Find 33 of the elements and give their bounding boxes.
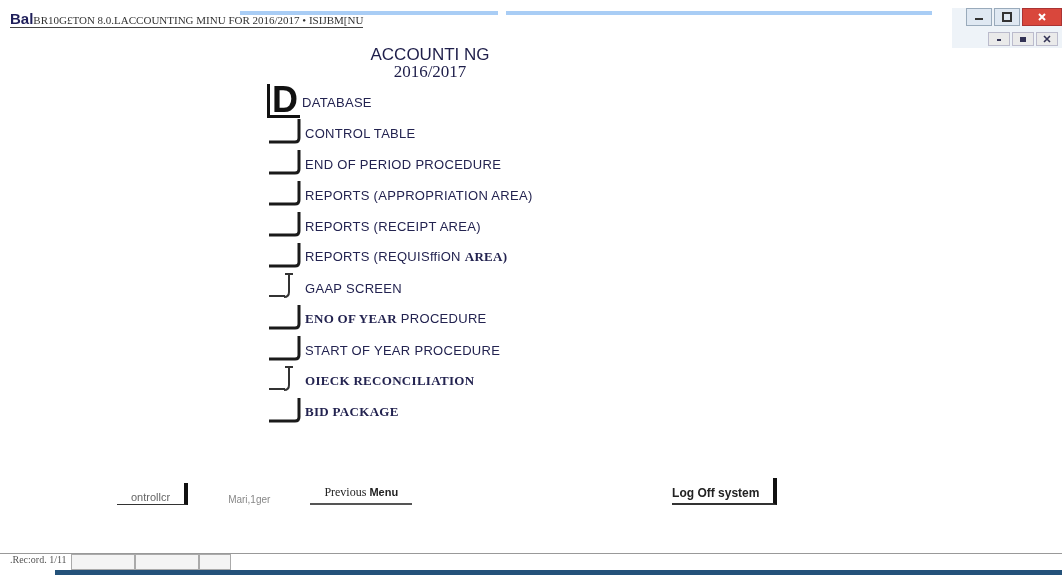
close-icon <box>1037 12 1047 22</box>
nav-field[interactable] <box>70 554 135 570</box>
record-counter: .Rec:ord. 1/11 <box>9 554 68 565</box>
minimize-button[interactable] <box>966 8 992 26</box>
nav-field[interactable] <box>134 554 199 570</box>
menu-label: ENO OF YEAR PROCEDURE <box>305 311 487 328</box>
menu-label: REPORTS (RECEIPT AREA) <box>305 219 481 236</box>
minimize-icon <box>995 36 1003 42</box>
restore-button[interactable] <box>1012 32 1034 46</box>
menu-label: OIECK RECONCILIATION <box>305 373 475 390</box>
close-icon <box>1043 35 1051 43</box>
restore-icon <box>1019 35 1027 43</box>
menu-label: DATABASE <box>302 95 372 112</box>
footer-link[interactable]: Previous Menu <box>310 485 413 505</box>
menu-label: REPORTS (REQUISffiON AREA) <box>305 249 508 266</box>
close-button[interactable] <box>1022 8 1062 26</box>
menu-label: GAAP SCREEN <box>305 281 402 298</box>
close-button[interactable] <box>1036 32 1058 46</box>
maximize-button[interactable] <box>994 8 1020 26</box>
maximize-icon <box>1002 12 1012 22</box>
heading: ACCOUNTI NG <box>369 46 491 63</box>
heading-year: 2016/2017 <box>392 63 468 80</box>
nav-field[interactable] <box>198 554 231 570</box>
menu-label: START OF YEAR PROCEDURE <box>305 343 501 360</box>
menu-label: END OF PERIOD PROCEDURE <box>305 157 502 174</box>
menu-label: BID PACKAGE <box>305 404 399 421</box>
footer-link[interactable]: ontrollcr <box>117 483 189 505</box>
menu-button[interactable]: D <box>267 84 300 118</box>
minimize-button[interactable] <box>988 32 1010 46</box>
footer-link[interactable]: Mari,1ger <box>228 494 271 505</box>
menu-label: REPORTS (APPROPRIATION AREA) <box>305 188 533 205</box>
footer-link[interactable]: Log Off system <box>672 478 778 505</box>
menu-label: CONTROL TABLE <box>305 126 416 143</box>
